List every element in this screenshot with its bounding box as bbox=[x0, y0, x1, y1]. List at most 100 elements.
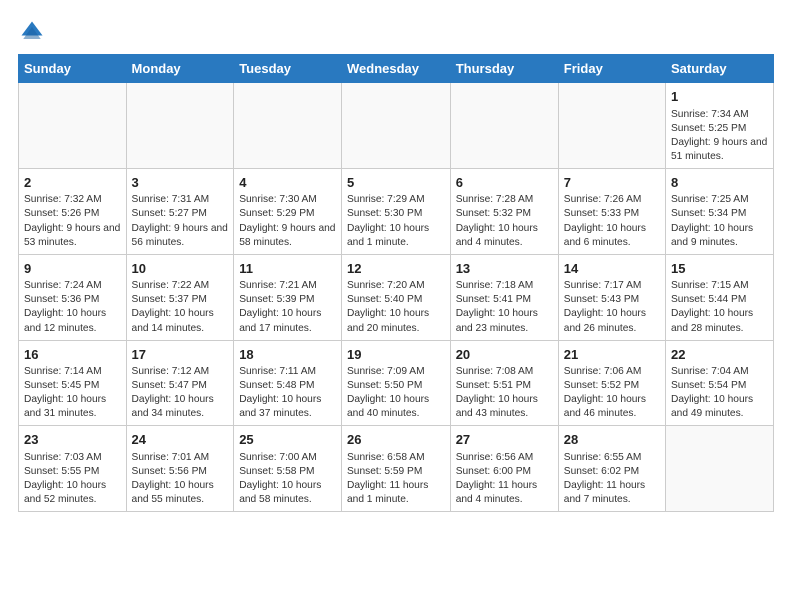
day-number: 22 bbox=[671, 346, 768, 364]
calendar-cell bbox=[234, 83, 342, 169]
calendar-cell: 12Sunrise: 7:20 AM Sunset: 5:40 PM Dayli… bbox=[341, 254, 450, 340]
day-number: 21 bbox=[564, 346, 660, 364]
week-row-1: 1 Sunrise: 7:34 AM Sunset: 5:25 PM Daylig… bbox=[19, 83, 774, 169]
day-info: Sunrise: 7:25 AM Sunset: 5:34 PM Dayligh… bbox=[671, 193, 768, 249]
calendar-cell: 19Sunrise: 7:09 AM Sunset: 5:50 PM Dayli… bbox=[341, 340, 450, 426]
calendar-cell: 8Sunrise: 7:25 AM Sunset: 5:34 PM Daylig… bbox=[666, 168, 774, 254]
day-info: Sunrise: 7:34 AM Sunset: 5:25 PM Dayligh… bbox=[671, 108, 768, 164]
calendar-cell bbox=[341, 83, 450, 169]
calendar-page: SundayMondayTuesdayWednesdayThursdayFrid… bbox=[0, 0, 792, 522]
day-info: Sunrise: 7:17 AM Sunset: 5:43 PM Dayligh… bbox=[564, 279, 660, 335]
calendar-cell: 28 Sunrise: 6:55 AM Sunset: 6:02 PM Dayli… bbox=[558, 426, 665, 512]
day-number: 28 bbox=[564, 431, 660, 449]
day-info: Sunrise: 7:28 AM Sunset: 5:32 PM Dayligh… bbox=[456, 193, 553, 249]
day-number: 5 bbox=[347, 174, 445, 192]
day-info: Sunrise: 7:20 AM Sunset: 5:40 PM Dayligh… bbox=[347, 279, 445, 335]
week-row-4: 16Sunrise: 7:14 AM Sunset: 5:45 PM Dayli… bbox=[19, 340, 774, 426]
day-number: 24 bbox=[132, 431, 229, 449]
weekday-header-saturday: Saturday bbox=[666, 55, 774, 83]
day-number: 2 bbox=[24, 174, 121, 192]
day-number: 23 bbox=[24, 431, 121, 449]
day-number: 14 bbox=[564, 260, 660, 278]
day-info: Sunrise: 7:12 AM Sunset: 5:47 PM Dayligh… bbox=[132, 365, 229, 421]
day-info: Sunrise: 7:06 AM Sunset: 5:52 PM Dayligh… bbox=[564, 365, 660, 421]
calendar-cell: 16Sunrise: 7:14 AM Sunset: 5:45 PM Dayli… bbox=[19, 340, 127, 426]
day-number: 16 bbox=[24, 346, 121, 364]
day-info: Sunrise: 7:30 AM Sunset: 5:29 PM Dayligh… bbox=[239, 193, 336, 249]
calendar-cell: 2Sunrise: 7:32 AM Sunset: 5:26 PM Daylig… bbox=[19, 168, 127, 254]
day-info: Sunrise: 7:08 AM Sunset: 5:51 PM Dayligh… bbox=[456, 365, 553, 421]
calendar-cell: 9Sunrise: 7:24 AM Sunset: 5:36 PM Daylig… bbox=[19, 254, 127, 340]
day-info: Sunrise: 6:58 AM Sunset: 5:59 PM Dayligh… bbox=[347, 451, 445, 507]
day-number: 26 bbox=[347, 431, 445, 449]
day-info: Sunrise: 7:32 AM Sunset: 5:26 PM Dayligh… bbox=[24, 193, 121, 249]
calendar-cell: 15Sunrise: 7:15 AM Sunset: 5:44 PM Dayli… bbox=[666, 254, 774, 340]
day-info: Sunrise: 7:00 AM Sunset: 5:58 PM Dayligh… bbox=[239, 451, 336, 507]
calendar-cell: 17Sunrise: 7:12 AM Sunset: 5:47 PM Dayli… bbox=[126, 340, 234, 426]
calendar-cell: 3Sunrise: 7:31 AM Sunset: 5:27 PM Daylig… bbox=[126, 168, 234, 254]
day-number: 20 bbox=[456, 346, 553, 364]
day-info: Sunrise: 7:01 AM Sunset: 5:56 PM Dayligh… bbox=[132, 451, 229, 507]
day-info: Sunrise: 7:15 AM Sunset: 5:44 PM Dayligh… bbox=[671, 279, 768, 335]
calendar-cell bbox=[19, 83, 127, 169]
week-row-3: 9Sunrise: 7:24 AM Sunset: 5:36 PM Daylig… bbox=[19, 254, 774, 340]
day-info: Sunrise: 7:29 AM Sunset: 5:30 PM Dayligh… bbox=[347, 193, 445, 249]
day-number: 4 bbox=[239, 174, 336, 192]
week-row-2: 2Sunrise: 7:32 AM Sunset: 5:26 PM Daylig… bbox=[19, 168, 774, 254]
calendar-cell: 6Sunrise: 7:28 AM Sunset: 5:32 PM Daylig… bbox=[450, 168, 558, 254]
weekday-header-friday: Friday bbox=[558, 55, 665, 83]
day-number: 6 bbox=[456, 174, 553, 192]
day-number: 8 bbox=[671, 174, 768, 192]
calendar-cell: 7Sunrise: 7:26 AM Sunset: 5:33 PM Daylig… bbox=[558, 168, 665, 254]
calendar-cell bbox=[450, 83, 558, 169]
calendar-cell: 22Sunrise: 7:04 AM Sunset: 5:54 PM Dayli… bbox=[666, 340, 774, 426]
day-number: 17 bbox=[132, 346, 229, 364]
calendar-cell: 11Sunrise: 7:21 AM Sunset: 5:39 PM Dayli… bbox=[234, 254, 342, 340]
calendar-cell: 20Sunrise: 7:08 AM Sunset: 5:51 PM Dayli… bbox=[450, 340, 558, 426]
calendar-cell: 25 Sunrise: 7:00 AM Sunset: 5:58 PM Dayli… bbox=[234, 426, 342, 512]
day-number: 3 bbox=[132, 174, 229, 192]
day-number: 1 bbox=[671, 88, 768, 106]
day-number: 19 bbox=[347, 346, 445, 364]
calendar-cell: 10Sunrise: 7:22 AM Sunset: 5:37 PM Dayli… bbox=[126, 254, 234, 340]
weekday-header-tuesday: Tuesday bbox=[234, 55, 342, 83]
day-number: 10 bbox=[132, 260, 229, 278]
calendar-cell: 23Sunrise: 7:03 AM Sunset: 5:55 PM Dayli… bbox=[19, 426, 127, 512]
day-info: Sunrise: 7:14 AM Sunset: 5:45 PM Dayligh… bbox=[24, 365, 121, 421]
day-info: Sunrise: 6:55 AM Sunset: 6:02 PM Dayligh… bbox=[564, 451, 660, 507]
calendar-cell: 4Sunrise: 7:30 AM Sunset: 5:29 PM Daylig… bbox=[234, 168, 342, 254]
day-number: 7 bbox=[564, 174, 660, 192]
day-info: Sunrise: 7:21 AM Sunset: 5:39 PM Dayligh… bbox=[239, 279, 336, 335]
day-info: Sunrise: 6:56 AM Sunset: 6:00 PM Dayligh… bbox=[456, 451, 553, 507]
day-info: Sunrise: 7:11 AM Sunset: 5:48 PM Dayligh… bbox=[239, 365, 336, 421]
calendar-cell: 13Sunrise: 7:18 AM Sunset: 5:41 PM Dayli… bbox=[450, 254, 558, 340]
day-number: 25 bbox=[239, 431, 336, 449]
weekday-header-sunday: Sunday bbox=[19, 55, 127, 83]
calendar-cell: 18Sunrise: 7:11 AM Sunset: 5:48 PM Dayli… bbox=[234, 340, 342, 426]
day-number: 12 bbox=[347, 260, 445, 278]
day-number: 18 bbox=[239, 346, 336, 364]
calendar-cell: 24 Sunrise: 7:01 AM Sunset: 5:56 PM Dayli… bbox=[126, 426, 234, 512]
logo-area bbox=[18, 18, 49, 46]
weekday-header-monday: Monday bbox=[126, 55, 234, 83]
logo-icon bbox=[18, 18, 46, 46]
header bbox=[18, 18, 774, 46]
calendar-cell: 21Sunrise: 7:06 AM Sunset: 5:52 PM Dayli… bbox=[558, 340, 665, 426]
day-info: Sunrise: 7:24 AM Sunset: 5:36 PM Dayligh… bbox=[24, 279, 121, 335]
day-info: Sunrise: 7:26 AM Sunset: 5:33 PM Dayligh… bbox=[564, 193, 660, 249]
calendar-cell: 26 Sunrise: 6:58 AM Sunset: 5:59 PM Dayli… bbox=[341, 426, 450, 512]
week-row-5: 23Sunrise: 7:03 AM Sunset: 5:55 PM Dayli… bbox=[19, 426, 774, 512]
weekday-header-row: SundayMondayTuesdayWednesdayThursdayFrid… bbox=[19, 55, 774, 83]
day-number: 11 bbox=[239, 260, 336, 278]
calendar-cell: 14Sunrise: 7:17 AM Sunset: 5:43 PM Dayli… bbox=[558, 254, 665, 340]
calendar-cell bbox=[558, 83, 665, 169]
calendar-cell bbox=[666, 426, 774, 512]
day-info: Sunrise: 7:04 AM Sunset: 5:54 PM Dayligh… bbox=[671, 365, 768, 421]
day-info: Sunrise: 7:18 AM Sunset: 5:41 PM Dayligh… bbox=[456, 279, 553, 335]
weekday-header-thursday: Thursday bbox=[450, 55, 558, 83]
day-info: Sunrise: 7:22 AM Sunset: 5:37 PM Dayligh… bbox=[132, 279, 229, 335]
day-number: 27 bbox=[456, 431, 553, 449]
day-number: 9 bbox=[24, 260, 121, 278]
calendar-cell: 5Sunrise: 7:29 AM Sunset: 5:30 PM Daylig… bbox=[341, 168, 450, 254]
day-info: Sunrise: 7:31 AM Sunset: 5:27 PM Dayligh… bbox=[132, 193, 229, 249]
